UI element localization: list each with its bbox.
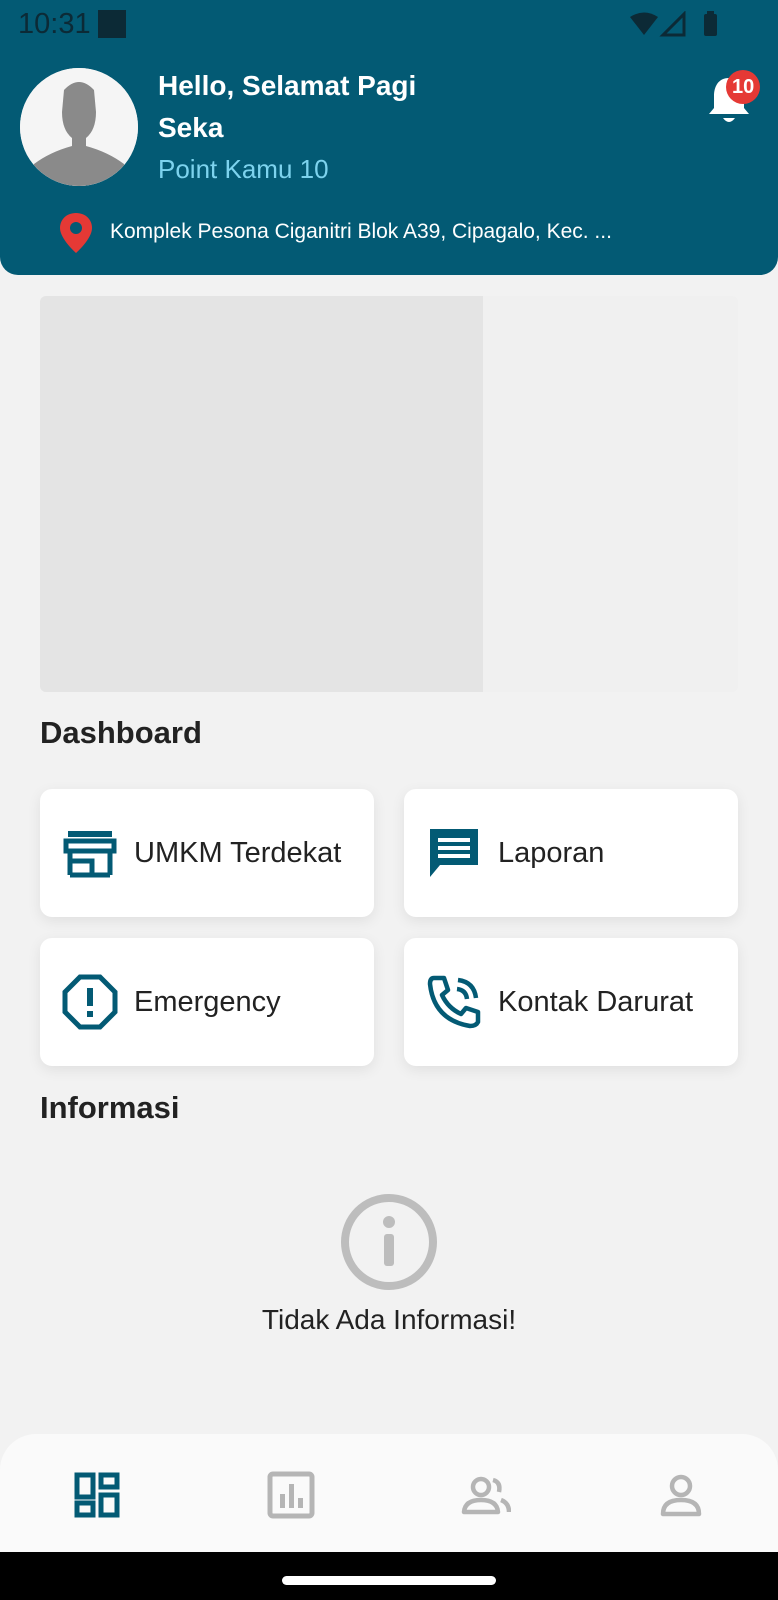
header: 10:31 Hello, Selamat Pagi Seka Point Kam… — [0, 0, 778, 275]
users-icon[interactable] — [461, 1470, 511, 1520]
home-indicator[interactable] — [282, 1576, 496, 1585]
banner-placeholder[interactable] — [40, 296, 738, 692]
empty-info-message: Tidak Ada Informasi! — [261, 1304, 517, 1335]
points-text: Point Kamu 10 — [158, 154, 329, 184]
emergency-card[interactable]: Emergency — [40, 938, 374, 1066]
avatar[interactable] — [20, 68, 138, 186]
notification-app-icon — [98, 10, 126, 38]
message-icon — [430, 829, 478, 877]
status-icons — [630, 11, 717, 37]
greeting-text: Hello, Selamat Pagi — [158, 70, 417, 101]
chart-icon[interactable] — [266, 1470, 316, 1520]
laporan-card[interactable]: Laporan — [404, 789, 738, 917]
banner-image-placeholder — [40, 296, 483, 692]
dashboard-icon[interactable] — [72, 1470, 122, 1520]
wifi-icon — [630, 12, 658, 35]
umkm-terdekat-card[interactable]: UMKM Terdekat — [40, 789, 374, 917]
user-icon[interactable] — [656, 1470, 706, 1520]
informasi-title: Informasi — [40, 1090, 180, 1125]
notification-badge: 10 — [726, 70, 761, 104]
user-name: Seka — [158, 112, 224, 143]
battery-icon — [704, 14, 717, 36]
card-label: Kontak Darurat — [498, 985, 694, 1018]
address-text[interactable]: Komplek Pesona Ciganitri Blok A39, Cipag… — [110, 220, 670, 244]
status-time: 10:31 — [18, 8, 91, 40]
home-screen: 10:31 Hello, Selamat Pagi Seka Point Kam… — [0, 0, 778, 1600]
card-label: UMKM Terdekat — [134, 836, 342, 869]
phone-call-icon — [427, 975, 481, 1029]
signal-icon — [659, 11, 686, 37]
card-label: Laporan — [498, 836, 605, 869]
dashboard-title: Dashboard — [40, 715, 202, 750]
card-label: Emergency — [134, 985, 281, 1018]
avatar-placeholder-icon — [20, 68, 138, 186]
info-icon — [341, 1194, 437, 1290]
alert-octagon-icon — [62, 974, 118, 1030]
location-pin-icon — [60, 213, 92, 253]
kontak-darurat-card[interactable]: Kontak Darurat — [404, 938, 738, 1066]
store-icon — [63, 831, 117, 878]
status-bar: 10:31 — [0, 0, 778, 50]
bottom-nav — [0, 1434, 778, 1552]
